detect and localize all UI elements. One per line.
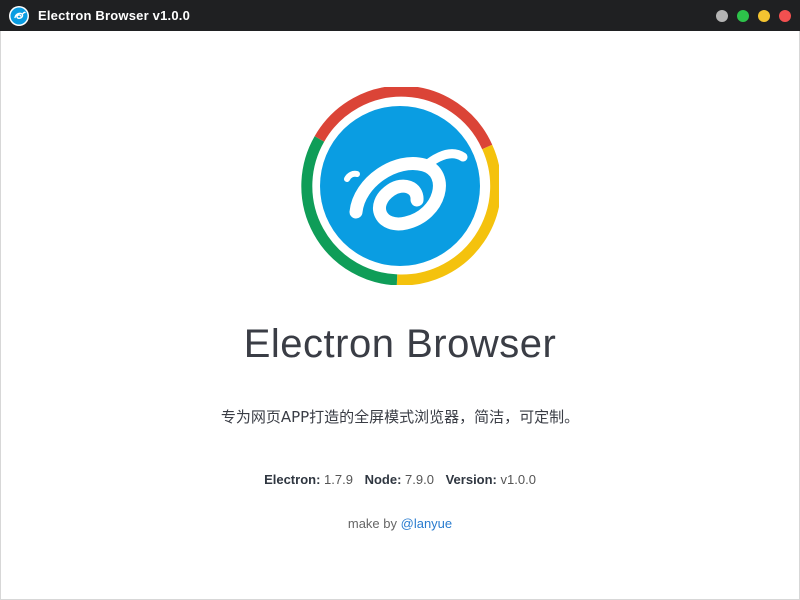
maximize-button[interactable] xyxy=(737,10,749,22)
app-icon xyxy=(9,5,29,26)
minimize-button[interactable] xyxy=(716,10,728,22)
electron-browser-logo-icon xyxy=(301,87,499,285)
window-title: Electron Browser v1.0.0 xyxy=(38,8,190,23)
app-version-value: v1.0.0 xyxy=(500,472,536,487)
close-button[interactable] xyxy=(779,10,791,22)
node-version-label: Node: xyxy=(364,472,402,487)
app-name: Electron Browser xyxy=(243,322,557,366)
window-controls xyxy=(716,10,791,22)
credit-line: make by @lanyue xyxy=(0,516,800,531)
app-description: 专为网页APP打造的全屏模式浏览器，简洁，可定制。 xyxy=(220,408,580,426)
title-bar: Electron Browser v1.0.0 xyxy=(0,0,800,31)
credit-prefix: make by xyxy=(347,516,397,531)
author-link[interactable]: @lanyue xyxy=(401,516,453,531)
fullscreen-button[interactable] xyxy=(758,10,770,22)
node-version-value: 7.9.0 xyxy=(405,472,434,487)
app-version-label: Version: xyxy=(445,472,497,487)
electron-version-value: 1.7.9 xyxy=(324,472,353,487)
version-info: Electron: 1.7.9 Node: 7.9.0 Version: v1.… xyxy=(0,472,800,487)
electron-version-label: Electron: xyxy=(264,472,321,487)
